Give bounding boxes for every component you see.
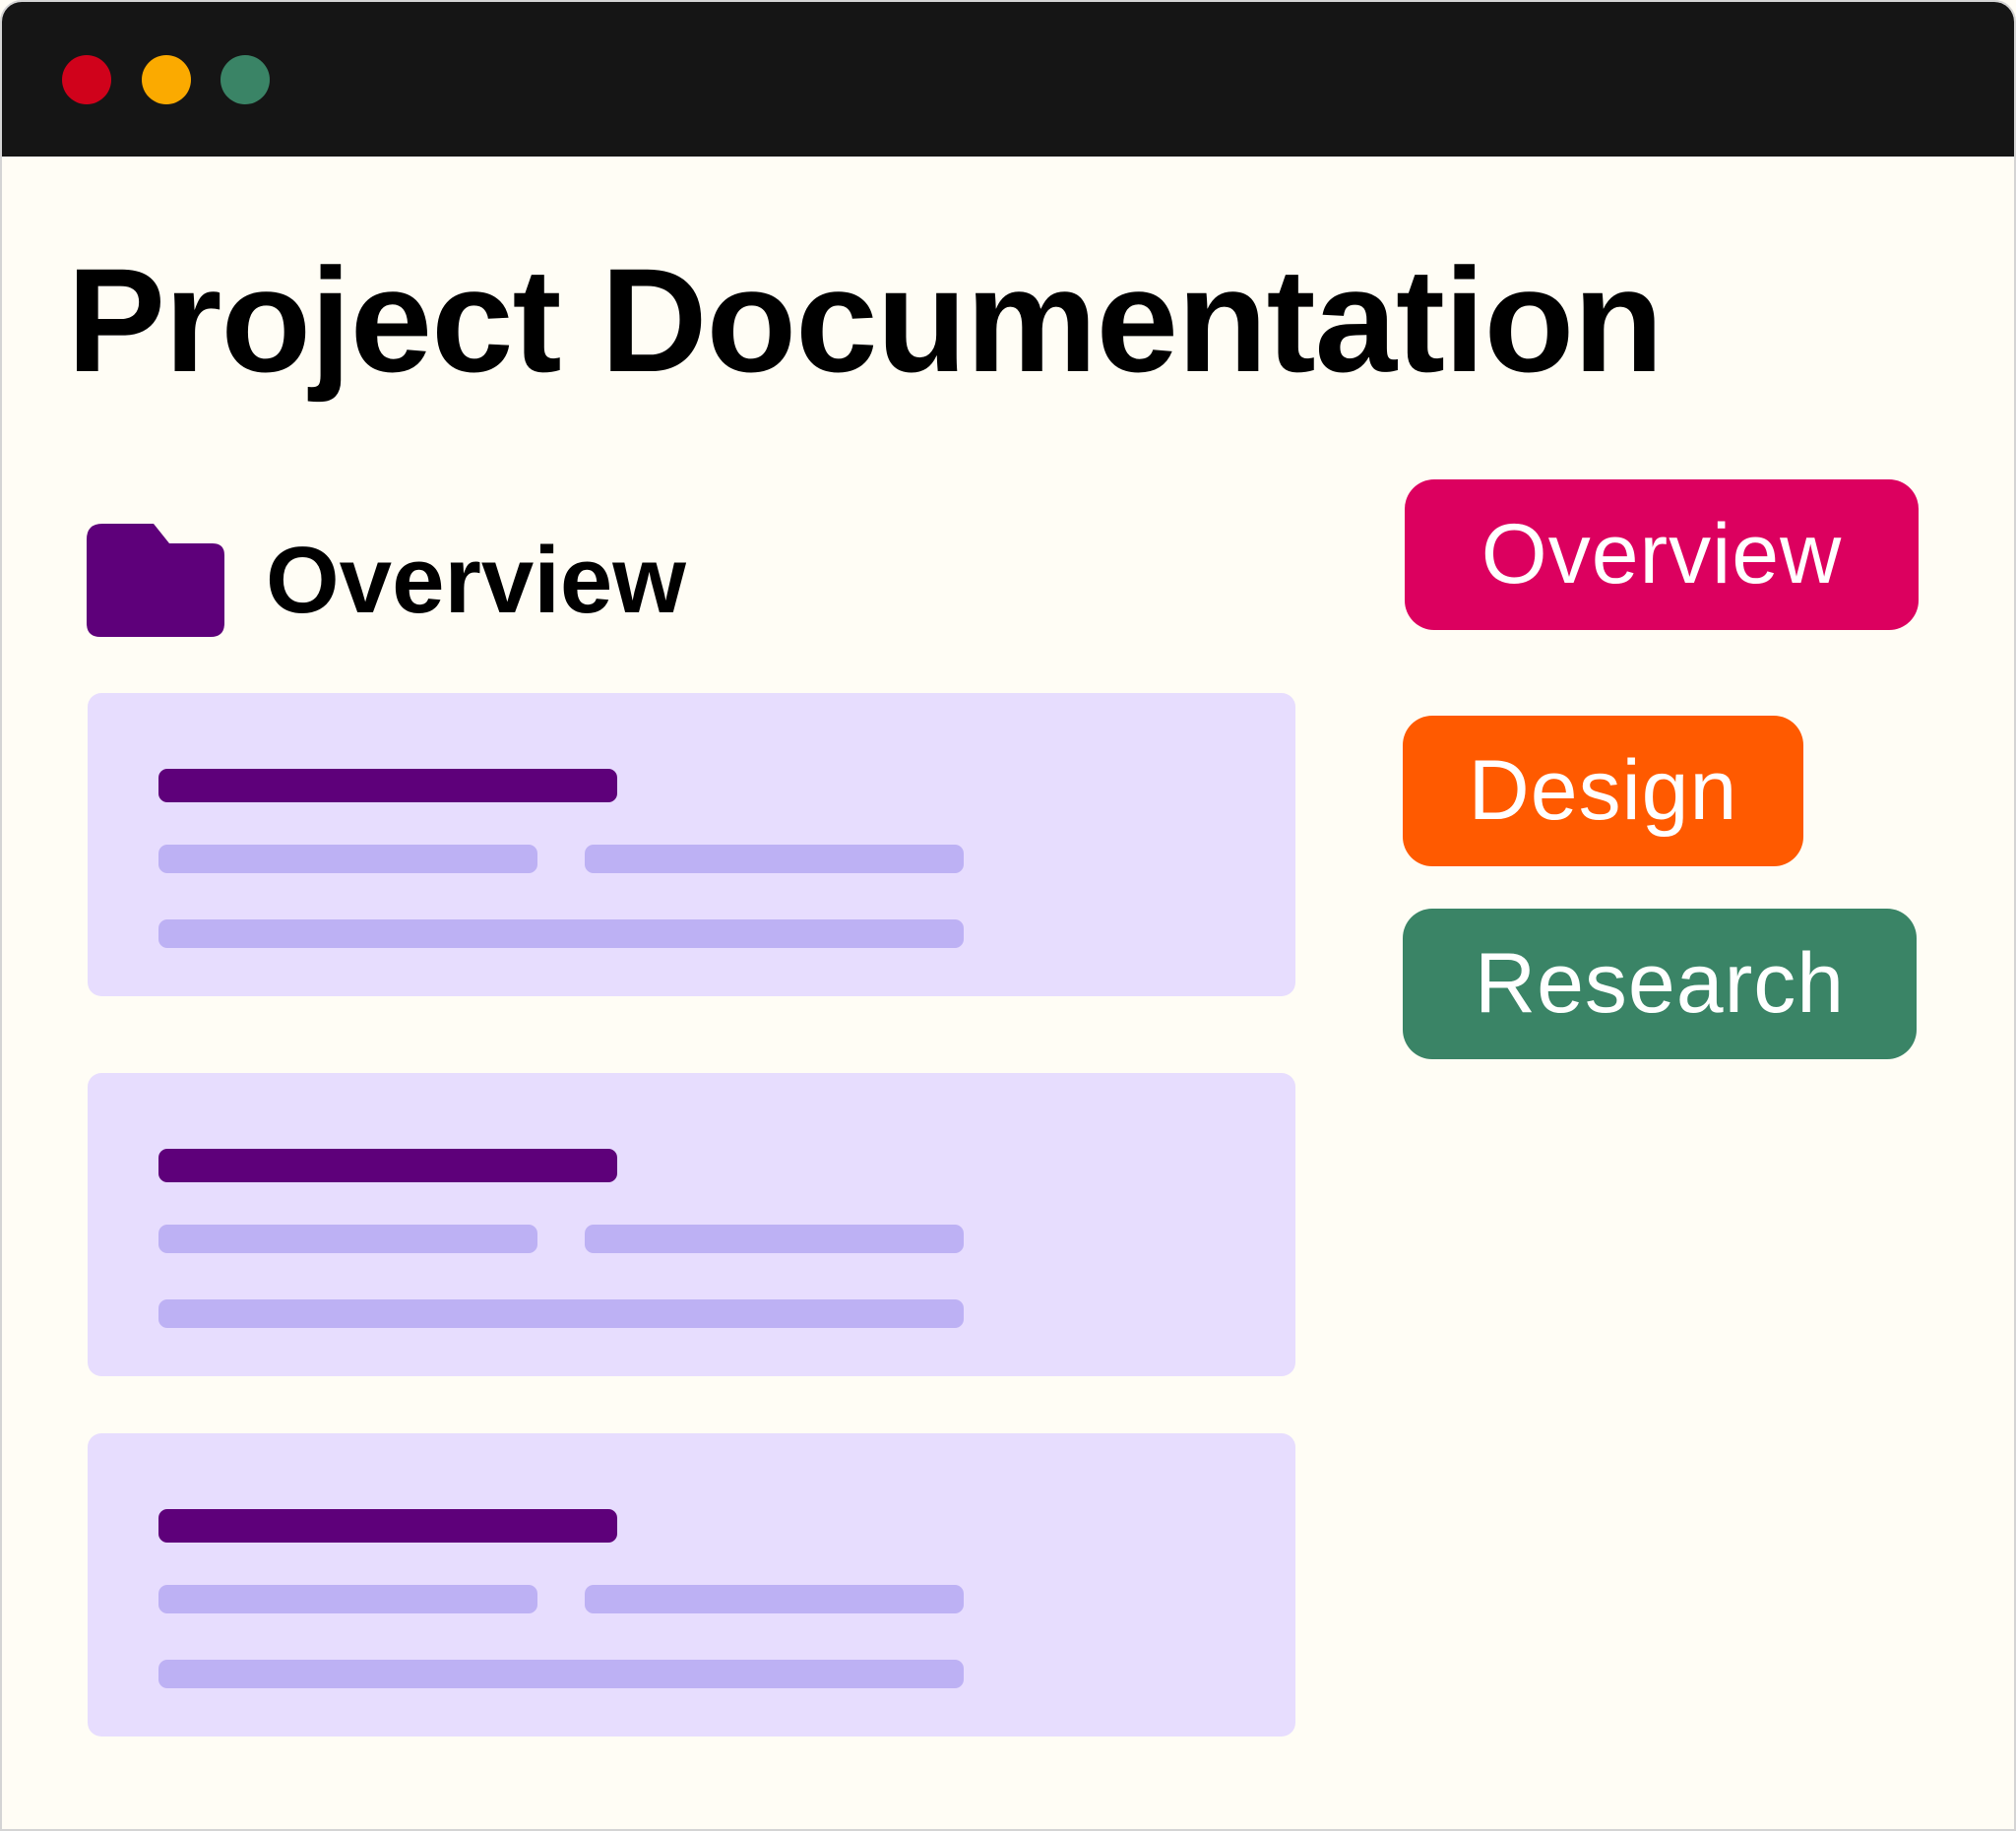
card-text-placeholder [158,1299,964,1328]
close-window-button[interactable] [62,55,111,104]
page-title: Project Documentation [67,237,1664,403]
tag-overview[interactable]: Overview [1405,479,1919,630]
document-card[interactable] [88,693,1295,996]
folder-icon [87,524,224,637]
card-text-placeholder [585,1225,964,1253]
card-text-placeholder [158,845,537,873]
card-text-placeholder [158,1585,537,1613]
card-heading-placeholder [158,769,617,802]
tag-design[interactable]: Design [1403,716,1803,866]
section-header: Overview [87,524,686,637]
tag-research[interactable]: Research [1403,909,1917,1059]
card-heading-placeholder [158,1149,617,1182]
browser-window: Project Documentation Overview Overview … [0,0,2016,1831]
card-text-placeholder [158,1225,537,1253]
document-card[interactable] [88,1073,1295,1376]
maximize-window-button[interactable] [220,55,270,104]
card-text-placeholder [158,919,964,948]
card-text-placeholder [585,845,964,873]
window-titlebar [2,2,2014,157]
section-title: Overview [266,527,686,633]
minimize-window-button[interactable] [142,55,191,104]
card-heading-placeholder [158,1509,617,1543]
card-text-placeholder [158,1660,964,1688]
card-text-placeholder [585,1585,964,1613]
document-card[interactable] [88,1433,1295,1736]
